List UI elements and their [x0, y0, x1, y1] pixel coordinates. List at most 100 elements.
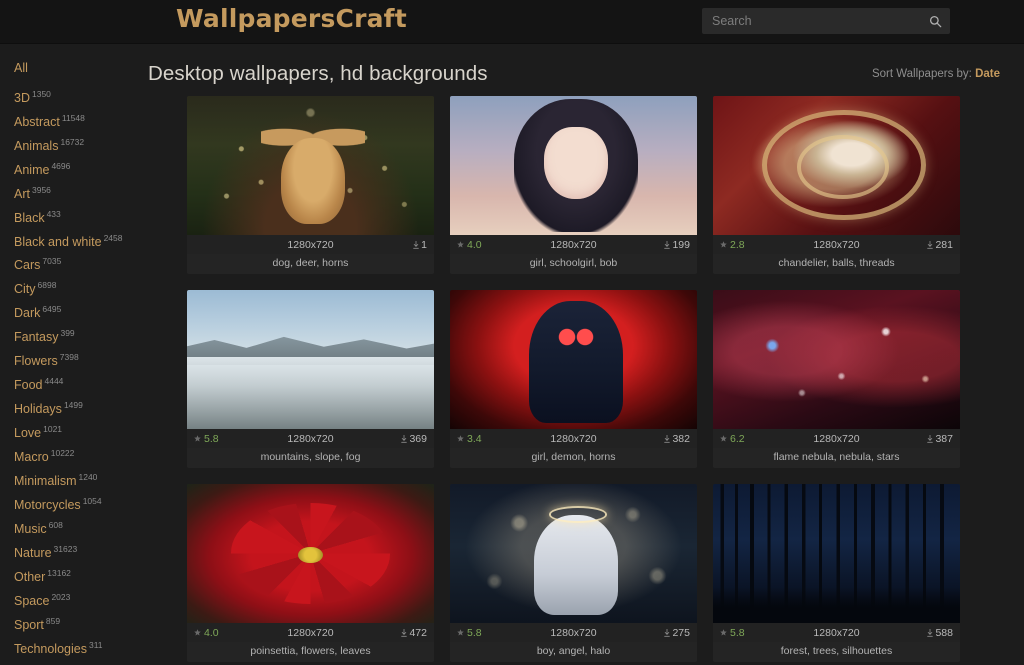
search-icon[interactable] [920, 8, 950, 34]
sidebar-item-textures[interactable]: Textures4313 [14, 660, 140, 665]
wallpaper-caption[interactable]: flame nebula, nebula, stars [713, 448, 960, 468]
sidebar-item-anime[interactable]: Anime 4696 [14, 157, 140, 181]
wallpaper-meta: 4.0 1280x720 199 [450, 235, 697, 254]
search-box[interactable] [702, 8, 950, 34]
download-value: 275 [672, 626, 690, 639]
sidebar-item-holidays[interactable]: Holidays 1499 [14, 396, 140, 420]
wallpaper-thumbnail[interactable] [713, 484, 960, 623]
sidebar-item-love[interactable]: Love 1021 [14, 420, 140, 444]
sort-control[interactable]: Sort Wallpapers by: Date [872, 68, 1000, 80]
sidebar-item-flowers[interactable]: Flowers 7398 [14, 348, 140, 372]
sidebar-item-black[interactable]: Black 433 [14, 205, 140, 229]
wallpaper-thumbnail[interactable] [713, 290, 960, 429]
star-icon [720, 629, 727, 636]
wallpaper-card[interactable]: 5.8 1280x720 588 forest, trees, silhouettes [713, 484, 960, 662]
wallpaper-caption[interactable]: girl, schoolgirl, bob [450, 254, 697, 274]
star-icon [720, 241, 727, 248]
sidebar-item-label: Music [14, 522, 47, 537]
wallpaper-card[interactable]: 5.8 1280x720 275 boy, angel, halo [450, 484, 697, 662]
sidebar-item-music[interactable]: Music 608 [14, 516, 140, 540]
sidebar-item-count: 399 [60, 328, 75, 339]
sidebar-item-count: 11548 [61, 112, 85, 123]
download-icon [413, 240, 419, 249]
download-value: 382 [672, 432, 690, 445]
wallpaper-thumbnail[interactable] [450, 290, 697, 429]
sort-value[interactable]: Date [975, 68, 1000, 80]
download-count: 588 [927, 627, 953, 639]
sidebar-item-black-and-white[interactable]: Black and white 2458 [14, 229, 140, 253]
wallpaper-thumbnail[interactable] [713, 96, 960, 235]
rating-value: 3.4 [467, 432, 482, 445]
wallpaper-image [187, 484, 434, 623]
star-icon [194, 629, 201, 636]
sidebar-item-macro[interactable]: Macro 10222 [14, 444, 140, 468]
sidebar-item-count: 7398 [59, 352, 79, 363]
wallpaper-thumbnail[interactable] [187, 290, 434, 429]
sidebar-item-nature[interactable]: Nature 31623 [14, 540, 140, 564]
download-icon [664, 240, 671, 249]
download-value: 1 [421, 238, 427, 251]
wallpaper-caption[interactable]: girl, demon, horns [450, 448, 697, 468]
wallpaper-card[interactable]: 3.4 1280x720 382 girl, demon, horns [450, 290, 697, 468]
wallpaper-card[interactable]: 4.0 1280x720 472 poinsettia, flowers, leave… [187, 484, 434, 662]
sidebar-item-art[interactable]: Art 3956 [14, 181, 140, 205]
download-value: 472 [409, 626, 427, 639]
page-titlebar: Desktop wallpapers, hd backgrounds Sort … [148, 44, 1000, 96]
sidebar-item-label: Cars [14, 258, 41, 273]
sidebar-item-label: Anime [14, 162, 50, 177]
sidebar-item-space[interactable]: Space 2023 [14, 588, 140, 612]
sidebar-item-label: City [14, 282, 36, 297]
download-icon [401, 628, 408, 637]
wallpaper-thumbnail[interactable] [450, 96, 697, 235]
sidebar-item-count: 6495 [42, 304, 62, 315]
sidebar-item-label: Space [14, 593, 50, 608]
sidebar-item-city[interactable]: City 6898 [14, 276, 140, 300]
sidebar-item-count: 4444 [44, 376, 64, 387]
wallpaper-meta: 3.4 1280x720 382 [450, 429, 697, 448]
sidebar-item-label: Other [14, 570, 46, 585]
wallpaper-card[interactable]: 1280x720 1 dog, deer, horns [187, 96, 434, 274]
sidebar-item-animals[interactable]: Animals 16732 [14, 133, 140, 157]
sidebar-item-cars[interactable]: Cars 7035 [14, 252, 140, 276]
sidebar-item-count: 16732 [60, 136, 85, 147]
sidebar-item-abstract[interactable]: Abstract 11548 [14, 109, 140, 133]
sidebar-item-motorcycles[interactable]: Motorcycles 1054 [14, 492, 140, 516]
wallpaper-caption[interactable]: poinsettia, flowers, leaves [187, 642, 434, 662]
wallpaper-card[interactable]: 6.2 1280x720 387 flame nebula, nebula, star… [713, 290, 960, 468]
sidebar-item-minimalism[interactable]: Minimalism 1240 [14, 468, 140, 492]
wallpaper-thumbnail[interactable] [187, 484, 434, 623]
download-count: 369 [401, 433, 427, 445]
wallpaper-thumbnail[interactable] [450, 484, 697, 623]
sidebar-item-count: 7035 [42, 256, 62, 267]
sidebar-item-technologies[interactable]: Technologies 311 [14, 636, 140, 660]
sidebar-item-food[interactable]: Food 4444 [14, 372, 140, 396]
wallpaper-caption[interactable]: dog, deer, horns [187, 254, 434, 274]
wallpaper-thumbnail[interactable] [187, 96, 434, 235]
wallpaper-caption[interactable]: mountains, slope, fog [187, 448, 434, 468]
wallpaper-image [450, 290, 697, 429]
wallpaper-card[interactable]: 5.8 1280x720 369 mountains, slope, fog [187, 290, 434, 468]
sidebar-item-label: Black [14, 210, 45, 225]
search-input[interactable] [702, 14, 920, 28]
sidebar-item-label: All [14, 61, 28, 75]
sidebar-item-sport[interactable]: Sport 859 [14, 612, 140, 636]
rating-badge: 5.8 [720, 627, 754, 639]
star-icon [457, 435, 464, 442]
wallpaper-meta: 5.8 1280x720 369 [187, 429, 434, 448]
wallpaper-caption[interactable]: boy, angel, halo [450, 642, 697, 662]
download-count: 382 [664, 433, 690, 445]
download-value: 199 [672, 238, 690, 251]
site-logo[interactable]: WallpapersCraft [176, 4, 407, 33]
wallpaper-caption[interactable]: chandelier, balls, threads [713, 254, 960, 274]
sidebar-item-all[interactable]: All [14, 59, 140, 79]
sidebar-item-count: 4696 [51, 160, 71, 171]
download-count: 199 [664, 239, 690, 251]
sidebar-item-fantasy[interactable]: Fantasy 399 [14, 324, 140, 348]
sidebar-item-3d[interactable]: 3D 1350 [14, 85, 140, 109]
wallpaper-card[interactable]: 2.8 1280x720 281 chandelier, balls, threads [713, 96, 960, 274]
sidebar-item-other[interactable]: Other 13162 [14, 564, 140, 588]
sidebar-item-dark[interactable]: Dark 6495 [14, 300, 140, 324]
wallpaper-card[interactable]: 4.0 1280x720 199 girl, schoolgirl, bob [450, 96, 697, 274]
rating-badge: 6.2 [720, 433, 754, 445]
wallpaper-caption[interactable]: forest, trees, silhouettes [713, 642, 960, 662]
